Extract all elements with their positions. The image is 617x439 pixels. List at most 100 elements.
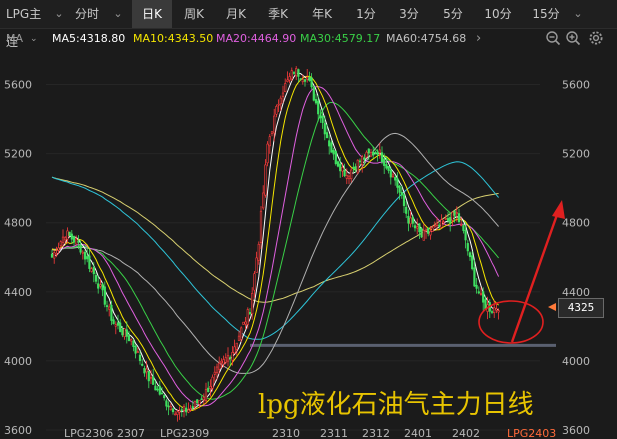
candle-body <box>477 291 480 294</box>
candle-body <box>495 308 498 311</box>
tab-15min[interactable]: 15分 <box>524 0 568 28</box>
candle <box>200 396 203 401</box>
candle-body <box>275 106 278 115</box>
candle-body <box>440 219 443 228</box>
candle-body <box>57 247 60 251</box>
candle <box>72 235 76 246</box>
candle-body <box>482 291 485 303</box>
x-tick-label: 2311 <box>320 427 348 439</box>
symbol-selector[interactable]: LPG主连 <box>0 0 52 49</box>
candle-body <box>116 322 120 326</box>
candle-body <box>336 161 340 167</box>
candle-body <box>145 368 148 373</box>
candle-body <box>259 210 263 243</box>
tab-quarterly-k[interactable]: 季K <box>258 0 298 28</box>
candle <box>119 319 122 333</box>
candle-body <box>389 169 392 178</box>
candle-body <box>90 268 93 272</box>
candle-body <box>286 79 289 82</box>
tab-10min[interactable]: 10分 <box>476 0 520 28</box>
candle <box>416 218 419 235</box>
candle <box>187 402 190 414</box>
x-tick-label: LPG2306 <box>64 427 113 439</box>
tab-yearly-k[interactable]: 年K <box>300 0 344 28</box>
candle-body <box>235 342 238 350</box>
tab-3min[interactable]: 3分 <box>388 0 430 28</box>
candle <box>61 229 65 248</box>
candle-body <box>405 206 408 214</box>
zoom-out-icon[interactable] <box>545 30 561 46</box>
candle-body <box>244 321 247 325</box>
tab-monthly-k[interactable]: 月K <box>216 0 256 28</box>
candle <box>418 223 421 240</box>
candle-body <box>361 156 364 165</box>
kline-chart[interactable]: 3600 3600 4000 4000 4400 4400 4800 4800 5200 5200… <box>0 50 617 439</box>
candle-body <box>152 376 155 385</box>
candle <box>248 308 252 315</box>
chevron-right-icon[interactable]: › <box>476 29 481 49</box>
candle <box>493 300 496 318</box>
chevron-down-icon[interactable]: ⌄ <box>30 29 38 49</box>
zoom-in-icon[interactable] <box>565 30 581 46</box>
candle <box>53 251 56 264</box>
candle-body <box>187 409 190 413</box>
candle-body <box>451 211 454 221</box>
candle-body <box>127 335 131 342</box>
candle <box>130 338 133 346</box>
candle-body <box>347 175 351 180</box>
chevron-down-icon[interactable]: ⌄ <box>52 0 66 28</box>
tab-1min[interactable]: 1分 <box>346 0 386 28</box>
candle <box>378 143 381 159</box>
ma-legend-bar: MA ⌄ MA5:4318.80 MA10:4343.50 MA20:4464.… <box>0 29 617 49</box>
candle-body <box>462 225 465 231</box>
candle <box>255 251 258 273</box>
candle <box>440 214 443 229</box>
candle <box>462 223 465 234</box>
candle-body <box>308 76 311 81</box>
candle-body <box>242 321 245 325</box>
candle-body <box>292 72 296 74</box>
trend-arrow-head <box>552 200 565 219</box>
x-tick-label: 2312 <box>362 427 390 439</box>
candle <box>266 141 269 167</box>
candle-body <box>288 76 291 81</box>
candle-body <box>237 335 241 341</box>
candle-body <box>297 69 300 77</box>
tab-intraday[interactable]: 分时 <box>66 0 108 28</box>
candle <box>306 69 309 83</box>
candle <box>88 248 91 273</box>
ma5-value: MA5:4318.80 <box>52 32 126 45</box>
candle-body <box>354 166 357 171</box>
last-price-marker <box>548 303 556 311</box>
candle-body <box>141 363 144 366</box>
candle <box>490 309 494 315</box>
candle-body <box>112 319 115 325</box>
tab-daily-k[interactable]: 日K <box>132 0 172 28</box>
tab-5min[interactable]: 5分 <box>432 0 474 28</box>
candle <box>394 174 397 186</box>
candle-body <box>198 400 201 405</box>
candle-body <box>189 408 192 411</box>
candle-body <box>317 100 320 115</box>
candle-body <box>121 328 124 336</box>
candle-body <box>358 160 362 163</box>
y-tick-label-left: 4000 <box>4 355 32 368</box>
candle-body <box>299 78 302 80</box>
candle <box>468 251 472 261</box>
ma-toggle[interactable]: MA <box>6 29 23 49</box>
y-tick-label-right: 5600 <box>562 79 590 92</box>
candle-body <box>279 97 282 105</box>
candle <box>240 326 243 342</box>
candle-body <box>369 152 373 157</box>
candle <box>270 131 274 137</box>
candle-body <box>134 345 137 354</box>
chevron-down-icon[interactable]: ⌄ <box>108 0 128 28</box>
settings-icon[interactable] <box>588 30 604 46</box>
candle-body <box>88 255 91 269</box>
chevron-down-icon[interactable]: ⌄ <box>568 0 588 28</box>
tab-weekly-k[interactable]: 周K <box>174 0 214 28</box>
candle <box>310 73 313 89</box>
candle <box>70 230 73 244</box>
candle-body <box>433 225 436 228</box>
candle-body <box>497 310 500 313</box>
